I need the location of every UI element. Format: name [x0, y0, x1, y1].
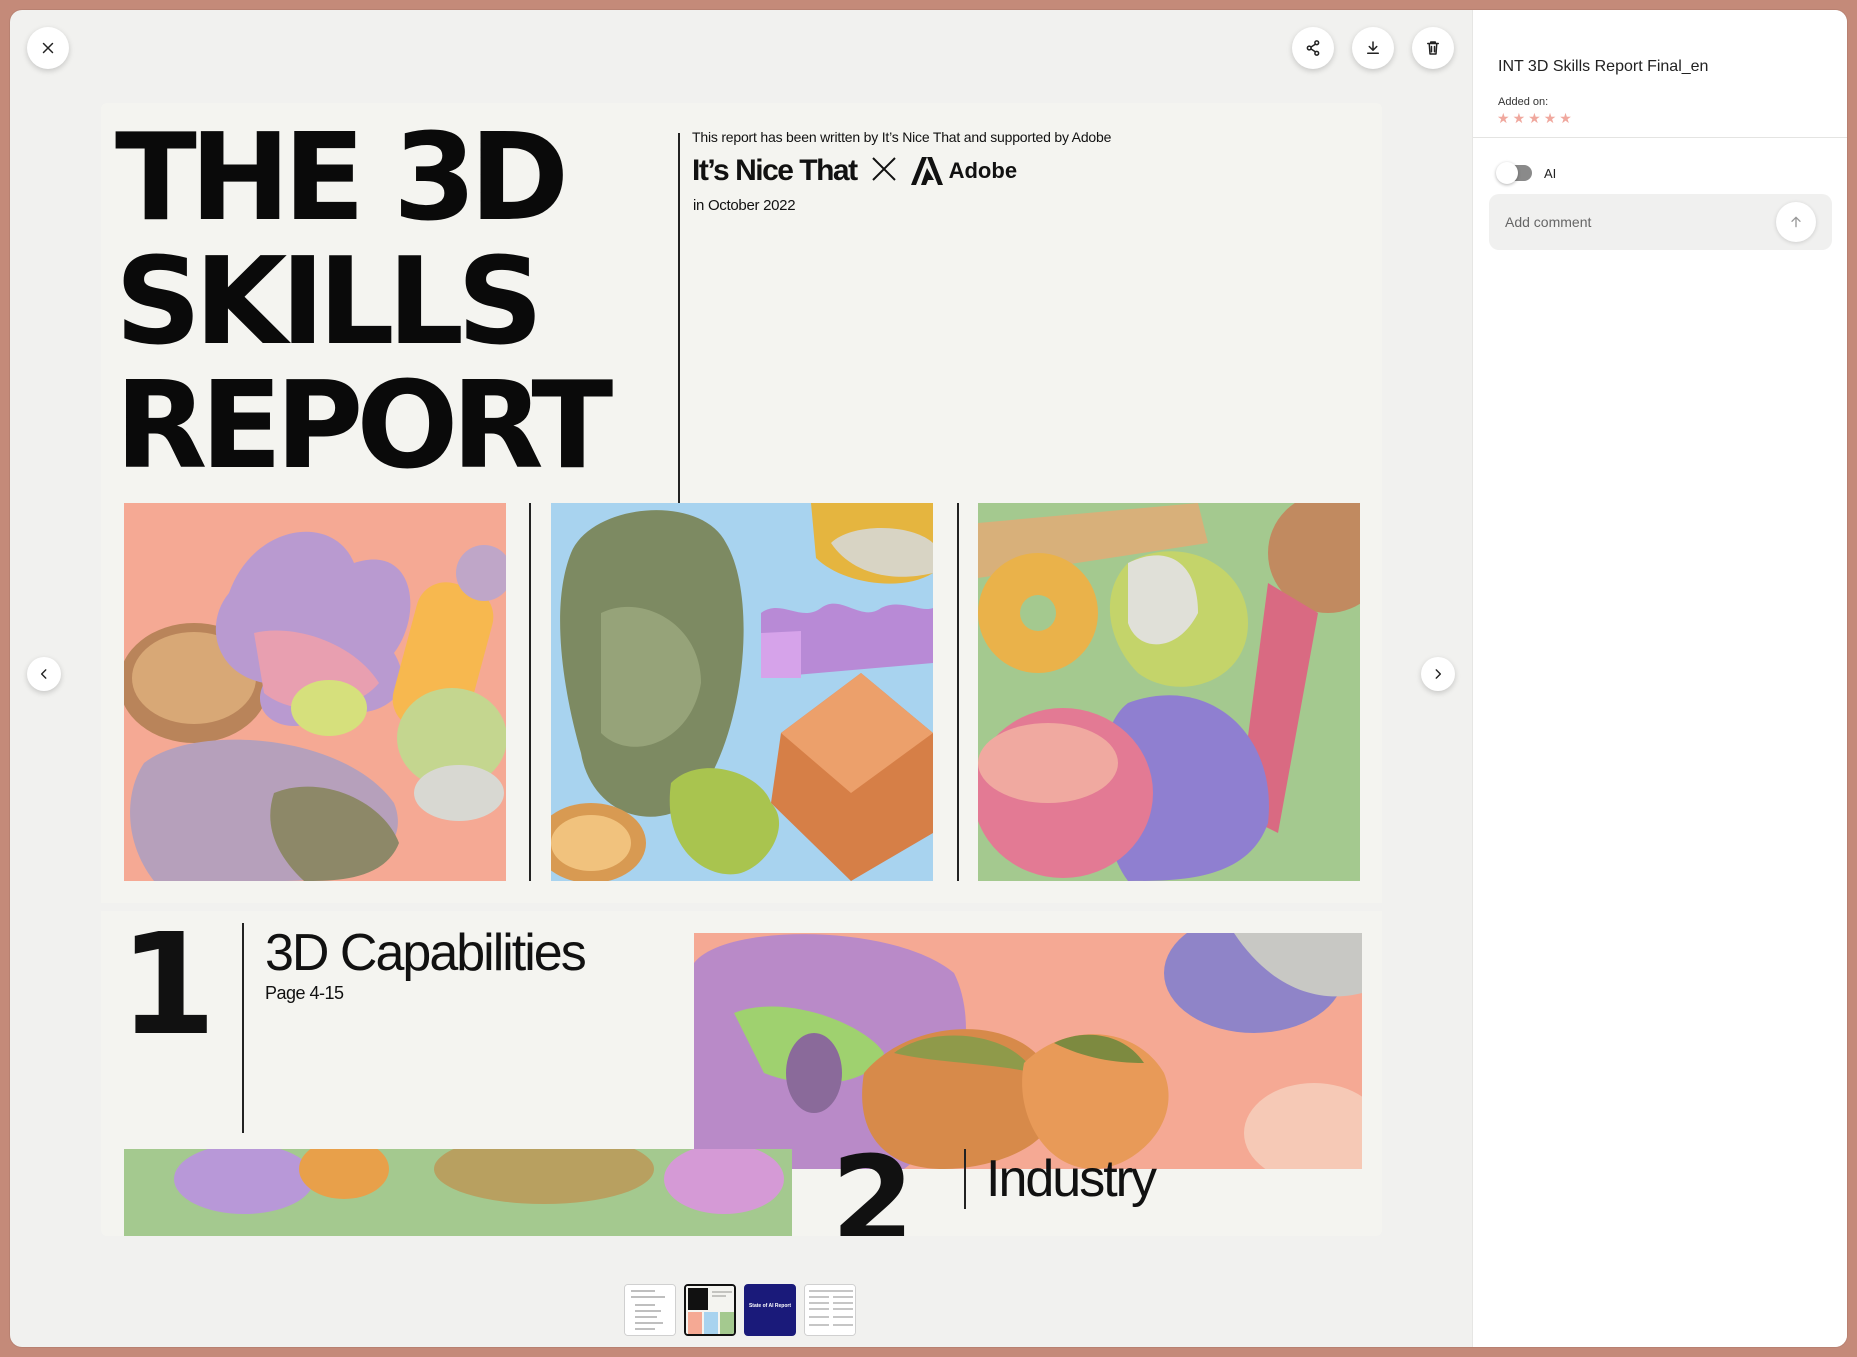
- section-image: [694, 933, 1362, 1169]
- ai-toggle[interactable]: [1496, 162, 1532, 184]
- ai-toggle-label: AI: [1544, 165, 1557, 181]
- rating-stars: ★ ★ ★ ★ ★: [1497, 111, 1572, 125]
- added-on-label: Added on:: [1498, 96, 1549, 108]
- thumbnail-1[interactable]: [624, 1284, 676, 1336]
- divider: [1473, 137, 1847, 138]
- share-icon: [1306, 40, 1320, 56]
- document-page-scroll[interactable]: THE 3D SKILLS REPORT This report has bee…: [101, 103, 1382, 1236]
- divider: [964, 1149, 966, 1209]
- chevron-right-icon: [1435, 669, 1442, 679]
- thumbnail-4[interactable]: [804, 1284, 856, 1336]
- section-title: 3D Capabilities: [265, 924, 587, 982]
- preview-modal: THE 3D SKILLS REPORT This report has bee…: [10, 10, 1847, 1347]
- brand-its-nice-that: It’s Nice That: [692, 154, 858, 187]
- divider: [678, 133, 680, 507]
- document-page-cover: THE 3D SKILLS REPORT This report has bee…: [101, 103, 1382, 903]
- page-thumbnails: State of AI Report: [624, 1284, 856, 1336]
- send-comment-button[interactable]: [1776, 202, 1816, 242]
- x-icon: [869, 154, 899, 189]
- next-page-button[interactable]: [1421, 657, 1455, 691]
- download-icon: [1367, 41, 1379, 54]
- toggle-knob: [1496, 162, 1518, 184]
- details-sidebar: INT 3D Skills Report Final_en Added on: …: [1472, 10, 1847, 1347]
- star-icon[interactable]: ★: [1544, 111, 1557, 125]
- cover-title: THE 3D SKILLS REPORT: [115, 117, 675, 489]
- download-button[interactable]: [1352, 27, 1394, 69]
- ai-toggle-row: AI: [1496, 162, 1557, 184]
- divider: [242, 923, 244, 1133]
- star-icon[interactable]: ★: [1513, 111, 1526, 125]
- document-viewer: THE 3D SKILLS REPORT This report has bee…: [10, 10, 1472, 1347]
- star-icon[interactable]: ★: [1528, 111, 1541, 125]
- chevron-left-icon: [40, 669, 47, 679]
- star-icon[interactable]: ★: [1497, 111, 1510, 125]
- close-icon: [42, 42, 54, 54]
- file-title: INT 3D Skills Report Final_en: [1498, 58, 1709, 75]
- brand-adobe-label: Adobe: [948, 158, 1018, 183]
- previous-page-button[interactable]: [27, 657, 61, 691]
- brand-adobe: Adobe: [910, 157, 1018, 185]
- close-button[interactable]: [27, 27, 69, 69]
- arrow-up-icon: [1791, 216, 1801, 228]
- section-number: 2: [831, 1132, 915, 1237]
- cover-image-2: [551, 503, 933, 881]
- thumbnail-2[interactable]: [684, 1284, 736, 1336]
- section-number: 1: [119, 904, 216, 1067]
- thumbnail-label: State of AI Report: [748, 1303, 792, 1309]
- thumbnail-3[interactable]: State of AI Report: [744, 1284, 796, 1336]
- section-pages: Page 4-15: [265, 983, 344, 1003]
- comment-box: [1489, 194, 1832, 250]
- cover-image-3: [978, 503, 1360, 881]
- brand-lockup: It’s Nice That Adobe: [692, 153, 1017, 189]
- divider: [529, 503, 531, 881]
- document-page-contents: 1 3D Capabilities Page 4-15 2 Industry: [101, 911, 1382, 1236]
- cover-title-line: REPORT: [115, 357, 613, 496]
- section-title: Industry: [986, 1150, 1157, 1208]
- delete-button[interactable]: [1412, 27, 1454, 69]
- cover-date: in October 2022: [693, 197, 796, 214]
- divider: [957, 503, 959, 881]
- cover-image-1: [124, 503, 506, 881]
- cover-title-line: SKILLS: [115, 233, 543, 372]
- trash-icon: [1427, 41, 1439, 55]
- section2-image: [124, 1149, 792, 1236]
- star-icon[interactable]: ★: [1559, 111, 1572, 125]
- comment-input[interactable]: [1505, 194, 1765, 250]
- cover-credit: This report has been written by It’s Nic…: [692, 129, 1112, 145]
- share-button[interactable]: [1292, 27, 1334, 69]
- adobe-logo-icon: [910, 157, 943, 185]
- cover-title-line: THE 3D: [115, 109, 569, 248]
